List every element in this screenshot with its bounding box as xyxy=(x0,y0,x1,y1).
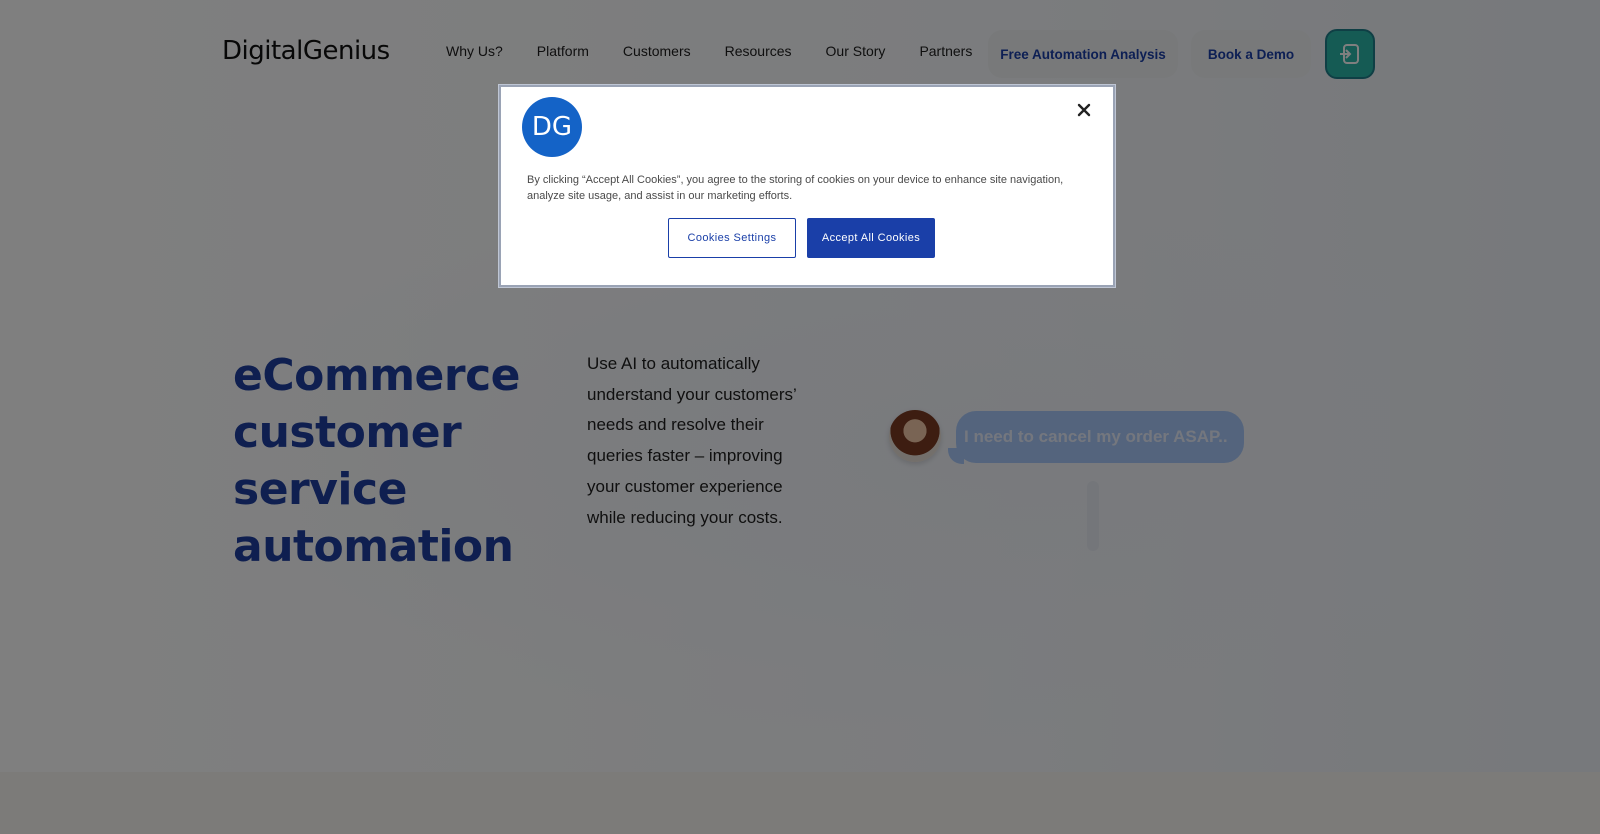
cookie-actions: Cookies Settings Accept All Cookies xyxy=(668,218,935,258)
cookie-banner-logo: DG xyxy=(522,97,582,157)
close-icon xyxy=(1077,103,1091,117)
close-button[interactable] xyxy=(1069,95,1099,125)
cookie-consent-text: By clicking “Accept All Cookies”, you ag… xyxy=(527,174,1064,202)
accept-all-cookies-button[interactable]: Accept All Cookies xyxy=(807,218,935,258)
cookie-consent-dialog: DG By clicking “Accept All Cookies”, you… xyxy=(498,84,1116,288)
cookies-settings-button[interactable]: Cookies Settings xyxy=(668,218,796,258)
